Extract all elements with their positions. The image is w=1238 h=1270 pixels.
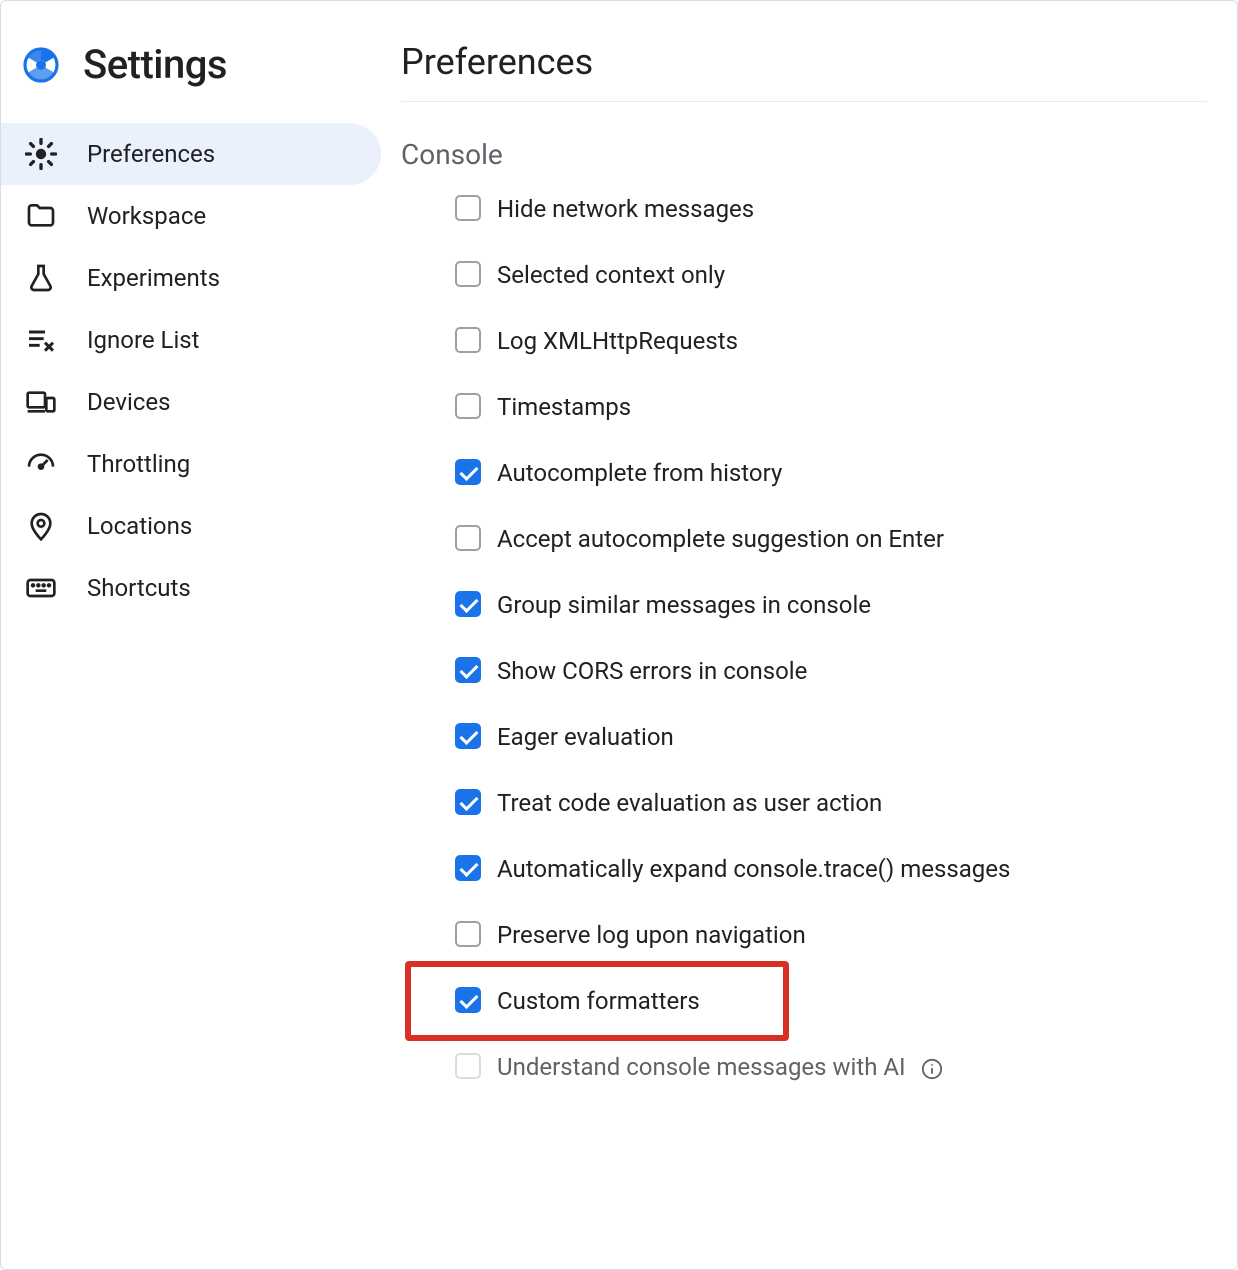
option-label: Understand console messages with AI	[497, 1051, 1207, 1083]
section-title: Console	[401, 138, 1207, 171]
sidebar-item-label: Workspace	[87, 202, 206, 230]
sidebar-item-label: Devices	[87, 388, 170, 416]
settings-title: Settings	[83, 41, 227, 88]
option-label: Autocomplete from history	[497, 457, 1207, 489]
checkbox[interactable]	[455, 723, 481, 749]
sidebar-item-throttling[interactable]: Throttling	[1, 433, 381, 495]
flask-icon	[23, 260, 59, 296]
sidebar-item-label: Preferences	[87, 140, 215, 168]
sidebar-item-devices[interactable]: Devices	[1, 371, 381, 433]
sidebar-item-label: Shortcuts	[87, 574, 191, 602]
console-section: Console Hide network messages Selected co…	[401, 138, 1207, 1083]
sidebar-item-workspace[interactable]: Workspace	[1, 185, 381, 247]
sidebar-item-label: Ignore List	[87, 326, 200, 354]
sidebar-item-label: Throttling	[87, 450, 190, 478]
gauge-icon	[23, 446, 59, 482]
checkbox[interactable]	[455, 195, 481, 221]
keyboard-icon	[23, 570, 59, 606]
folder-icon	[23, 198, 59, 234]
checkbox[interactable]	[455, 855, 481, 881]
console-options: Hide network messages Selected context on…	[401, 193, 1207, 1083]
location-pin-icon	[23, 508, 59, 544]
checkbox[interactable]	[455, 459, 481, 485]
option-label: Log XMLHttpRequests	[497, 325, 1207, 357]
option-row: Eager evaluation	[455, 721, 1207, 753]
main-content: Preferences Console Hide network message…	[401, 1, 1237, 1269]
checkbox[interactable]	[455, 525, 481, 551]
option-row: Understand console messages with AI	[455, 1051, 1207, 1083]
option-label: Selected context only	[497, 259, 1207, 291]
devices-icon	[23, 384, 59, 420]
checkbox[interactable]	[455, 261, 481, 287]
sidebar-item-experiments[interactable]: Experiments	[1, 247, 381, 309]
option-row: Timestamps	[455, 391, 1207, 423]
sidebar-header: Settings	[1, 41, 401, 123]
option-row: Show CORS errors in console	[455, 655, 1207, 687]
checkbox	[455, 1053, 481, 1079]
option-row: Treat code evaluation as user action	[455, 787, 1207, 819]
option-label: Timestamps	[497, 391, 1207, 423]
gear-icon	[23, 136, 59, 172]
sidebar-items: Preferences Workspace Experiments Ignore Li…	[1, 123, 401, 619]
option-row: Group similar messages in console	[455, 589, 1207, 621]
checkbox[interactable]	[455, 327, 481, 353]
checkbox[interactable]	[455, 987, 481, 1013]
option-label: Preserve log upon navigation	[497, 919, 1207, 951]
checkbox[interactable]	[455, 789, 481, 815]
option-label: Eager evaluation	[497, 721, 1207, 753]
sidebar-item-label: Locations	[87, 512, 192, 540]
option-label: Automatically expand console.trace() mes…	[497, 853, 1207, 885]
option-label: Group similar messages in console	[497, 589, 1207, 621]
option-label: Accept autocomplete suggestion on Enter	[497, 523, 1207, 555]
page-title: Preferences	[401, 41, 1207, 102]
sidebar-item-ignore-list[interactable]: Ignore List	[1, 309, 381, 371]
option-row: Autocomplete from history	[455, 457, 1207, 489]
option-label: Show CORS errors in console	[497, 655, 1207, 687]
checkbox[interactable]	[455, 591, 481, 617]
option-row: Custom formatters	[455, 985, 1207, 1017]
option-label: Custom formatters	[497, 985, 1207, 1017]
sidebar: Settings Preferences Workspace Experiments…	[1, 1, 401, 1269]
sidebar-item-shortcuts[interactable]: Shortcuts	[1, 557, 381, 619]
option-row: Accept autocomplete suggestion on Enter	[455, 523, 1207, 555]
info-icon[interactable]	[920, 1057, 944, 1081]
sidebar-item-preferences[interactable]: Preferences	[1, 123, 381, 185]
sidebar-item-label: Experiments	[87, 264, 220, 292]
option-row: Preserve log upon navigation	[455, 919, 1207, 951]
option-label: Treat code evaluation as user action	[497, 787, 1207, 819]
sidebar-item-locations[interactable]: Locations	[1, 495, 381, 557]
option-row: Automatically expand console.trace() mes…	[455, 853, 1207, 885]
option-row: Selected context only	[455, 259, 1207, 291]
list-remove-icon	[23, 322, 59, 358]
option-label: Hide network messages	[497, 193, 1207, 225]
checkbox[interactable]	[455, 921, 481, 947]
option-row: Hide network messages	[455, 193, 1207, 225]
option-row: Log XMLHttpRequests	[455, 325, 1207, 357]
devtools-icon	[23, 47, 59, 83]
checkbox[interactable]	[455, 393, 481, 419]
checkbox[interactable]	[455, 657, 481, 683]
